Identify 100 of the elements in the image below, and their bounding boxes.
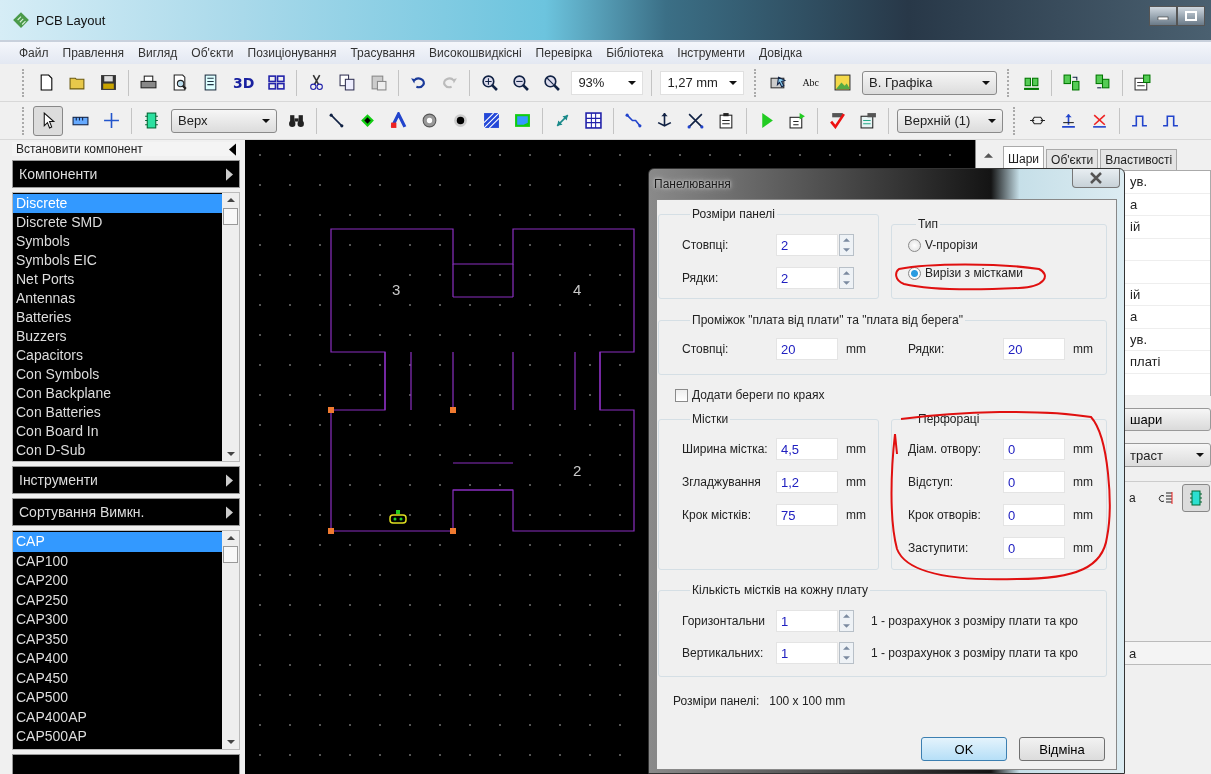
- list-item[interactable]: Capacitors: [13, 346, 222, 365]
- layer-name[interactable]: платі: [1130, 354, 1161, 370]
- binoculars-icon[interactable]: [288, 112, 305, 129]
- list-item[interactable]: Symbols EIC: [13, 251, 222, 270]
- menu-item[interactable]: Бібліотека: [599, 46, 671, 60]
- list-item[interactable]: CAP400: [13, 649, 222, 669]
- dot-icon[interactable]: [452, 112, 469, 129]
- section-header[interactable]: Сортування Вимкн.: [12, 498, 240, 526]
- maximize-button[interactable]: [1177, 6, 1205, 26]
- list-item[interactable]: Con Backplane: [13, 384, 222, 403]
- menu-item[interactable]: Довідка: [752, 46, 810, 60]
- list-item[interactable]: CAP200: [13, 571, 222, 591]
- layer-name[interactable]: ув.: [1130, 331, 1148, 347]
- section-header[interactable]: [12, 754, 240, 774]
- via-icon[interactable]: [421, 112, 438, 129]
- page-icon[interactable]: [38, 74, 55, 91]
- list-item[interactable]: Con D-Sub: [13, 441, 222, 460]
- list-item[interactable]: Con Board In: [13, 422, 222, 441]
- list-item[interactable]: CAP500AP: [13, 727, 222, 747]
- list-item[interactable]: CAP300: [13, 610, 222, 630]
- number-field[interactable]: 0: [1003, 438, 1065, 460]
- print-preview-icon[interactable]: [171, 74, 188, 91]
- drc-check-icon[interactable]: [829, 112, 846, 129]
- number-field[interactable]: 4,5: [776, 438, 838, 460]
- cross-arrows-icon[interactable]: [687, 112, 704, 129]
- list-item[interactable]: CAP450: [13, 668, 222, 688]
- number-field[interactable]: 0: [1003, 471, 1065, 493]
- list-item[interactable]: CAP400AP: [13, 707, 222, 727]
- menu-item[interactable]: Файл: [12, 46, 56, 60]
- scroll-thumb[interactable]: [223, 208, 238, 225]
- layer-name[interactable]: ій: [1130, 219, 1141, 235]
- dialog-button[interactable]: Відміна: [1019, 737, 1105, 761]
- scroll-thumb[interactable]: [223, 546, 238, 563]
- spin-buttons[interactable]: [839, 267, 854, 289]
- document-icon[interactable]: [202, 74, 219, 91]
- number-field[interactable]: 20: [1003, 338, 1065, 360]
- radio-button[interactable]: [908, 238, 921, 252]
- chip-view-button[interactable]: [1181, 483, 1210, 512]
- number-field[interactable]: 1: [776, 610, 838, 632]
- text-tool-button[interactable]: Abc: [802, 77, 820, 88]
- chip-icon[interactable]: [143, 112, 160, 129]
- drc-report-icon[interactable]: [860, 112, 877, 129]
- diagonal-arrow-icon[interactable]: [554, 112, 571, 129]
- panel-tab[interactable]: Шари: [1003, 146, 1045, 170]
- minimize-button[interactable]: [1149, 6, 1177, 26]
- scissors-icon[interactable]: [308, 74, 326, 91]
- pad-icon[interactable]: [359, 112, 376, 129]
- scroll-up-icon[interactable]: [226, 198, 235, 202]
- line-icon[interactable]: [328, 112, 345, 129]
- view-3d-button[interactable]: 3D: [233, 74, 255, 91]
- checkbox-label[interactable]: Додати береги по краях: [692, 388, 825, 402]
- zoom-fit-icon[interactable]: [543, 74, 561, 91]
- menu-item[interactable]: Високошвидкісні: [422, 46, 529, 60]
- menu-item[interactable]: Позиціонування: [240, 46, 344, 60]
- list-item[interactable]: Batteries: [13, 308, 222, 327]
- list-item[interactable]: Antennas: [13, 289, 222, 308]
- select-tool-button[interactable]: [33, 105, 63, 136]
- hatched-square-icon[interactable]: [483, 112, 500, 129]
- number-field[interactable]: 75: [776, 504, 838, 526]
- menu-item[interactable]: Об'єкти: [184, 46, 241, 60]
- zoom-in-icon[interactable]: [481, 74, 499, 91]
- panel-tab[interactable]: Об'єкти: [1046, 149, 1099, 170]
- scroll-down-icon[interactable]: [226, 452, 235, 456]
- layer-name[interactable]: а: [1130, 309, 1138, 325]
- swap-components-icon[interactable]: [1063, 74, 1081, 91]
- list-item[interactable]: CAP500: [13, 688, 222, 708]
- pulse-icon[interactable]: [1131, 112, 1148, 129]
- polygon-icon[interactable]: [514, 112, 531, 129]
- arc-icon[interactable]: [390, 112, 407, 129]
- cross-mark-icon[interactable]: [1091, 112, 1108, 129]
- image-icon[interactable]: [834, 74, 852, 91]
- scrollbar[interactable]: [222, 193, 239, 461]
- number-field[interactable]: 2: [776, 267, 838, 289]
- section-header[interactable]: Компоненти: [12, 160, 240, 188]
- number-field[interactable]: 2: [776, 234, 838, 256]
- layer-dropdown[interactable]: Верх: [171, 108, 277, 133]
- export-icon[interactable]: [789, 112, 806, 129]
- scrollbar[interactable]: [222, 531, 239, 749]
- layer-dropdown[interactable]: Верхній (1): [897, 108, 1003, 133]
- layer-name[interactable]: а: [1130, 196, 1138, 212]
- number-field[interactable]: 1: [776, 642, 838, 664]
- number-field[interactable]: 1,2: [776, 471, 838, 493]
- printer-icon[interactable]: [140, 74, 157, 91]
- clipboard-icon[interactable]: [718, 112, 735, 129]
- undo-icon[interactable]: [410, 74, 428, 91]
- list-item[interactable]: Con Batteries: [13, 403, 222, 422]
- list-item[interactable]: CAP100: [13, 551, 222, 571]
- ruler-refresh-icon[interactable]: [1157, 489, 1174, 506]
- scroll-up-icon[interactable]: [984, 152, 993, 158]
- menu-item[interactable]: Вигляд: [131, 46, 185, 60]
- list-item[interactable]: CAP250: [13, 590, 222, 610]
- grid-step-dropdown[interactable]: 1,27 mm: [660, 70, 745, 95]
- spin-buttons[interactable]: [839, 610, 854, 632]
- zoom-out-icon[interactable]: [512, 74, 530, 91]
- pulse-icon[interactable]: [1162, 112, 1179, 129]
- move-node-icon[interactable]: [656, 112, 673, 129]
- layer-name[interactable]: ув.: [1130, 174, 1148, 190]
- number-field[interactable]: 0: [1003, 537, 1065, 559]
- layer-dropdown[interactable]: В. Графіка: [862, 70, 998, 95]
- layer-name[interactable]: ій: [1130, 286, 1141, 302]
